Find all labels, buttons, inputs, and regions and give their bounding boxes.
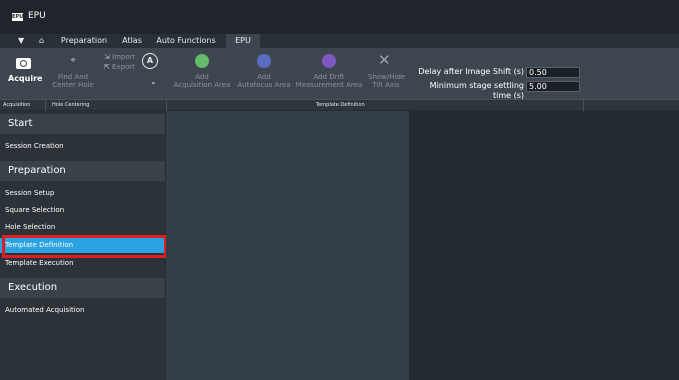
sidebar-item-square-selection[interactable]: Square Selection [0, 203, 165, 218]
add-autofocus-area-button[interactable]: Add Autofocus Area [236, 52, 292, 92]
autofocus-area-circle-icon [257, 54, 271, 68]
export-label: Export [112, 63, 135, 71]
import-button[interactable]: ⇲ Import [104, 53, 135, 61]
drift-area-circle-icon [322, 54, 336, 68]
chevron-down-icon[interactable]: ⌄ [150, 77, 157, 86]
add-drift-label-2: Measurement Area [295, 81, 363, 89]
title-bar: EPU EPU [0, 0, 679, 34]
sidebar-item-hole-selection[interactable]: Hole Selection [0, 220, 165, 235]
tilt-axis-label-2: Tilt Axis [372, 81, 400, 89]
section-header-execution: Execution [0, 278, 165, 298]
tab-atlas[interactable]: Atlas [114, 34, 150, 48]
sidebar-item-session-setup[interactable]: Session Setup [0, 186, 165, 201]
tab-preparation[interactable]: Preparation [56, 34, 112, 48]
template-definition-panel[interactable] [166, 111, 409, 380]
acquisition-area-circle-icon [195, 54, 209, 68]
ribbon-toolbar: Acquire ⌖ Find And Center Hole ⇲ Import ⇱… [0, 48, 679, 100]
sidebar-item-automated-acquisition[interactable]: Automated Acquisition [0, 303, 165, 318]
sidebar-item-template-execution[interactable]: Template Execution [0, 256, 165, 271]
acquire-label: Acquire [8, 74, 43, 83]
add-acquisition-area-button[interactable]: Add Acquisition Area [170, 52, 234, 92]
sidebar-item-session-creation[interactable]: Session Creation [0, 139, 165, 154]
group-label-hole-centering: Hole Centering [52, 102, 90, 108]
import-icon: ⇲ [104, 53, 110, 61]
highlight-annotation-box [2, 235, 167, 258]
stage-settling-time-input[interactable]: 5.00 [526, 81, 580, 92]
tab-row: ▼ ⌂ Preparation Atlas Auto Functions EPU [0, 34, 679, 48]
app-logo: EPU [12, 13, 24, 21]
section-header-start: Start [0, 114, 165, 134]
image-display-panel[interactable] [409, 111, 679, 380]
export-button[interactable]: ⇱ Export [104, 63, 135, 71]
add-drift-label-1: Add Drift [313, 73, 345, 81]
acquire-button[interactable]: Acquire [8, 54, 43, 90]
group-label-acquisition: Acquisition [3, 102, 31, 108]
add-acquisition-label-2: Acquisition Area [173, 81, 231, 89]
show-hide-tilt-axis-button[interactable]: ✕ Show/Hide Tilt Axis [368, 51, 406, 92]
group-divider [45, 100, 46, 111]
chevron-down-icon[interactable]: ▼ [18, 36, 24, 46]
ribbon-group-labels: Acquisition Hole Centering Template Defi… [0, 99, 679, 111]
delay-after-image-shift-label: Delay after Image Shift (s) [418, 67, 524, 76]
tilt-axis-icon: ✕ [378, 51, 391, 69]
home-icon[interactable]: ⌂ [39, 36, 44, 46]
group-divider [166, 100, 167, 111]
app-title: EPU [28, 11, 46, 21]
delay-after-image-shift-input[interactable]: 0.50 [526, 67, 580, 78]
stage-settling-time-label: Minimum stage settling time (s) [429, 81, 524, 100]
add-autofocus-label-2: Autofocus Area [237, 81, 291, 89]
add-autofocus-label-1: Add [257, 73, 271, 81]
find-center-label-1: Find And [57, 73, 89, 81]
find-and-center-hole-button[interactable]: ⌖ Find And Center Hole [50, 52, 96, 92]
find-center-label-2: Center Hole [52, 81, 94, 89]
add-acquisition-label-1: Add [195, 73, 209, 81]
group-divider [583, 100, 584, 111]
tab-epu[interactable]: EPU [226, 34, 260, 48]
tilt-axis-label-1: Show/Hide [368, 73, 406, 81]
auto-mode-icon[interactable]: A [142, 53, 158, 69]
tab-auto-functions[interactable]: Auto Functions [155, 34, 217, 48]
camera-icon [16, 58, 31, 69]
add-drift-measurement-area-button[interactable]: Add Drift Measurement Area [294, 52, 364, 92]
section-header-preparation: Preparation [0, 161, 165, 181]
find-center-hole-icon: ⌖ [70, 56, 76, 66]
export-icon: ⇱ [104, 63, 110, 71]
group-label-template-definition: Template Definition [316, 102, 365, 108]
import-label: Import [112, 53, 136, 61]
